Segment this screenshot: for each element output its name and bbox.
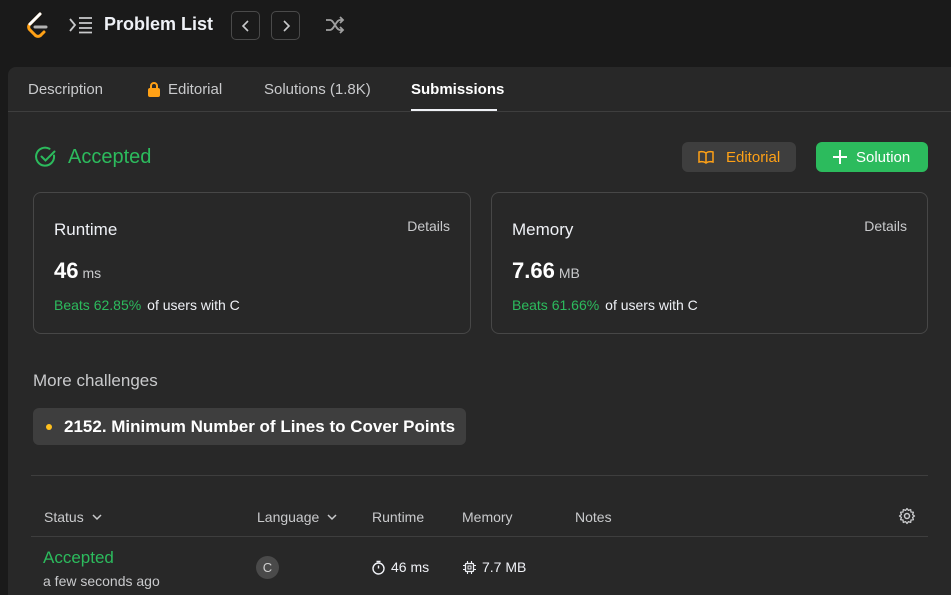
- book-icon: [698, 150, 714, 164]
- memory-card-title: Memory: [512, 220, 574, 239]
- tab-description[interactable]: Description: [28, 81, 103, 98]
- runtime-card[interactable]: Runtime Details 46 ms Beats 62.85% of user…: [33, 192, 471, 334]
- editorial-button[interactable]: Editorial: [682, 142, 796, 172]
- tab-submissions[interactable]: Submissions: [411, 81, 504, 98]
- shuffle-icon[interactable]: [324, 15, 346, 35]
- runtime-value-row: 46 ms: [54, 258, 101, 284]
- runtime-unit: ms: [82, 265, 102, 281]
- lock-icon: [148, 82, 160, 97]
- add-solution-button[interactable]: Solution: [816, 142, 928, 172]
- memory-details-link[interactable]: Details: [864, 218, 907, 234]
- plus-icon: [833, 150, 847, 164]
- row-memory-value: 7.7 MB: [482, 559, 527, 575]
- runtime-column-header: Runtime: [372, 509, 425, 525]
- chevron-left-icon: [241, 19, 249, 32]
- active-tab-indicator: [411, 109, 497, 111]
- runtime-beats: Beats 62.85%: [54, 297, 142, 313]
- row-status[interactable]: Accepted: [43, 548, 114, 568]
- check-circle-icon: [35, 146, 56, 167]
- submission-status: Accepted: [68, 146, 152, 168]
- memory-column-header: Memory: [462, 509, 513, 525]
- submission-panel: Description Editorial Solutions (1.8K) S…: [8, 67, 951, 595]
- runtime-users: of users with C: [147, 297, 240, 313]
- problem-list-title[interactable]: Problem List: [104, 14, 213, 35]
- memory-value-row: 7.66 MB: [512, 258, 580, 284]
- editorial-button-label: Editorial: [726, 148, 781, 166]
- leetcode-logo-icon[interactable]: [25, 11, 51, 39]
- chip-icon: [463, 560, 476, 574]
- memory-users: of users with C: [605, 297, 698, 313]
- runtime-card-title: Runtime: [54, 220, 118, 239]
- runtime-details-link[interactable]: Details: [407, 218, 450, 234]
- row-runtime-value: 46 ms: [391, 559, 430, 575]
- solution-button-label: Solution: [856, 148, 911, 166]
- tab-editorial[interactable]: Editorial: [168, 81, 222, 98]
- memory-beats: Beats 61.66%: [512, 297, 600, 313]
- challenge-link[interactable]: 2152. Minimum Number of Lines to Cover P…: [33, 408, 466, 445]
- language-header-label: Language: [257, 509, 320, 525]
- memory-beats-row: Beats 61.66% of users with C: [512, 297, 698, 313]
- more-challenges-heading: More challenges: [33, 371, 158, 390]
- top-navbar: Problem List: [0, 0, 951, 56]
- gear-icon[interactable]: [898, 507, 916, 525]
- challenge-title: 2152. Minimum Number of Lines to Cover P…: [64, 416, 456, 436]
- memory-value: 7.66: [512, 258, 555, 283]
- language-column-header[interactable]: Language: [257, 509, 337, 525]
- row-runtime: 46 ms: [371, 559, 429, 575]
- tab-solutions[interactable]: Solutions (1.8K): [264, 81, 371, 98]
- row-timestamp: a few seconds ago: [43, 573, 160, 589]
- runtime-value: 46: [54, 258, 79, 283]
- chevron-right-icon: [282, 19, 290, 32]
- notes-column-header: Notes: [575, 509, 612, 525]
- tab-bar: Description Editorial Solutions (1.8K) S…: [8, 67, 951, 112]
- memory-card[interactable]: Memory Details 7.66 MB Beats 61.66% of use…: [491, 192, 928, 334]
- memory-unit: MB: [558, 265, 580, 281]
- status-header-label: Status: [44, 509, 84, 525]
- status-column-header[interactable]: Status: [44, 509, 102, 525]
- prev-problem-button[interactable]: [231, 11, 260, 40]
- row-memory: 7.7 MB: [462, 559, 526, 575]
- next-problem-button[interactable]: [271, 11, 300, 40]
- problem-list-icon[interactable]: [69, 16, 93, 34]
- chevron-down-icon: [92, 513, 102, 520]
- difficulty-dot-icon: [46, 423, 52, 430]
- section-divider: [31, 475, 928, 476]
- stopwatch-icon: [372, 560, 385, 575]
- chevron-down-icon: [327, 513, 337, 520]
- table-header-divider: [31, 536, 928, 537]
- row-language-badge: C: [256, 556, 279, 579]
- runtime-beats-row: Beats 62.85% of users with C: [54, 297, 240, 313]
